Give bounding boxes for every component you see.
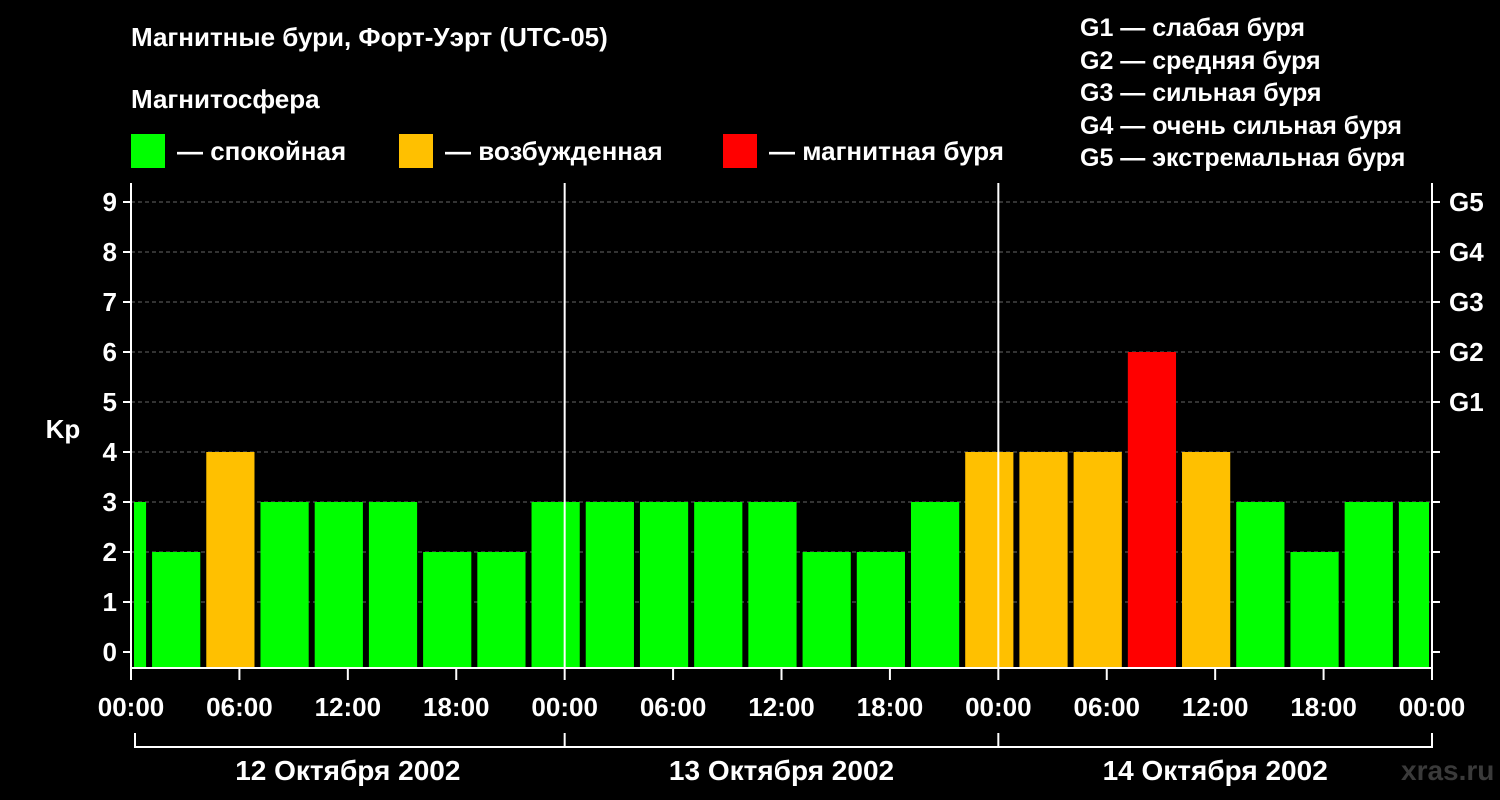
x-tick-label-3: 18:00: [423, 692, 490, 722]
x-tick-label-9: 06:00: [1074, 692, 1141, 722]
x-tick-label-5: 06:00: [640, 692, 707, 722]
kp-bar-24: [1398, 502, 1429, 668]
x-tick-label-7: 18:00: [857, 692, 924, 722]
kp-bar-13: [802, 552, 851, 668]
x-tick-label-8: 00:00: [965, 692, 1032, 722]
kp-bar-9: [585, 502, 634, 668]
kp-bar-20: [1182, 452, 1231, 668]
x-tick-label-11: 18:00: [1290, 692, 1357, 722]
x-tick-label-4: 00:00: [531, 692, 598, 722]
kp-bar-19: [1127, 352, 1177, 668]
y-tick-label-1: 1: [103, 587, 117, 617]
kp-bar-11: [694, 502, 743, 668]
watermark: xras.ru: [1401, 755, 1495, 786]
kp-bar-14: [856, 552, 905, 668]
y-tick-label-4: 4: [103, 437, 118, 467]
kp-bar-22: [1290, 552, 1339, 668]
x-tick-label-1: 06:00: [206, 692, 273, 722]
kp-bar-5: [368, 502, 418, 668]
x-tick-label-12: 00:00: [1399, 692, 1466, 722]
g-tick-label-G5: G5: [1449, 187, 1484, 217]
day-label-1: 13 Октября 2002: [669, 755, 894, 786]
g-tick-label-G1: G1: [1449, 387, 1484, 417]
g-tick-label-G2: G2: [1449, 337, 1484, 367]
kp-bar-1: [152, 552, 201, 668]
day-label-2: 14 Октября 2002: [1103, 755, 1328, 786]
day-label-0: 12 Октября 2002: [235, 755, 460, 786]
y-tick-label-9: 9: [103, 187, 117, 217]
kp-bar-2: [206, 452, 255, 668]
y-tick-label-3: 3: [103, 487, 117, 517]
kp-bar-4: [314, 502, 363, 668]
g-tick-label-G4: G4: [1449, 237, 1484, 267]
kp-bar-7: [477, 552, 526, 668]
kp-bar-16: [965, 452, 1014, 668]
y-tick-label-8: 8: [103, 237, 117, 267]
y-tick-label-2: 2: [103, 537, 117, 567]
x-tick-label-2: 12:00: [315, 692, 382, 722]
x-tick-label-10: 12:00: [1182, 692, 1249, 722]
x-tick-label-6: 12:00: [748, 692, 815, 722]
kp-bar-23: [1344, 502, 1393, 668]
y-axis-label: Kp: [46, 414, 81, 444]
kp-bar-10: [639, 502, 689, 668]
y-tick-label-5: 5: [103, 387, 117, 417]
y-tick-label-6: 6: [103, 337, 117, 367]
kp-bar-12: [748, 502, 797, 668]
kp-bar-3: [260, 502, 309, 668]
x-tick-label-0: 00:00: [98, 692, 165, 722]
kp-bar-8: [531, 502, 580, 668]
kp-bar-6: [423, 552, 472, 668]
kp-bar-0: [134, 502, 147, 668]
kp-bar-chart: 0 1 2 3 4 5 6 7 8 9 G1 G2 G3 G4 G5 Kp 00:00 06:00 12:00 18:…: [46, 183, 1484, 786]
kp-bar-15: [910, 502, 960, 668]
y-tick-label-0: 0: [103, 637, 117, 667]
kp-bar-18: [1073, 452, 1122, 668]
y-tick-label-7: 7: [103, 287, 117, 317]
g-tick-label-G3: G3: [1449, 287, 1484, 317]
kp-bar-17: [1019, 452, 1068, 668]
kp-bar-21: [1236, 502, 1285, 668]
